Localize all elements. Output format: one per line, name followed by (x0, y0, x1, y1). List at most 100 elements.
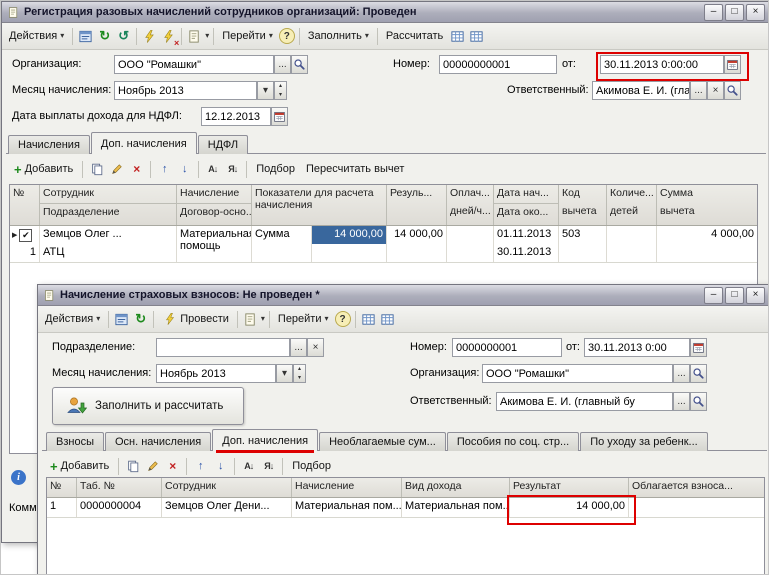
close-button[interactable]: × (746, 3, 765, 21)
cell-taxable[interactable] (629, 498, 764, 517)
number-input[interactable]: 0000000001 (452, 338, 562, 357)
responsible-find-button[interactable] (690, 392, 707, 411)
sort-descending-icon[interactable]: Я↓ (224, 161, 241, 178)
column-header-tab-number[interactable]: Таб. № (77, 478, 162, 497)
cell-accrual[interactable]: Материальная пом... (292, 498, 402, 517)
cell-accrual[interactable]: Материальная помощь (177, 226, 252, 262)
column-header-num[interactable]: № (47, 478, 77, 497)
table-row[interactable]: ▶ ✔ 1 Земцов Олег ... АТЦ Материальная п… (10, 226, 757, 263)
move-down-icon[interactable]: ↓ (176, 161, 193, 178)
pick-button[interactable]: Подбор (252, 161, 299, 177)
ndfl-date-calendar-button[interactable] (271, 107, 288, 126)
date-input[interactable]: 30.11.2013 0:00:00 (600, 55, 724, 74)
cell-row-number[interactable]: ▶ ✔ 1 (10, 226, 40, 262)
tab-nontaxable-sums[interactable]: Необлагаемые сум... (319, 432, 446, 451)
recalculate-deduction-button[interactable]: Пересчитать вычет (302, 161, 408, 177)
minimize-button[interactable]: – (704, 3, 723, 21)
tab-contributions[interactable]: Взносы (46, 432, 104, 451)
cell-indicator-value[interactable]: 14 000,00 (312, 226, 387, 262)
organization-choose-button[interactable]: ... (274, 55, 291, 74)
form-settings-icon[interactable] (113, 311, 130, 328)
table-row[interactable]: 1 0000000004 Земцов Олег Дени... Материа… (47, 498, 764, 518)
cell-income-type[interactable]: Материальная пом... (402, 498, 510, 517)
table-view-icon[interactable] (379, 311, 396, 328)
goto-menu-button[interactable]: Перейти ▾ (218, 28, 277, 44)
organization-choose-button[interactable]: ... (673, 364, 690, 383)
tab-main-accruals[interactable]: Осн. начисления (104, 432, 212, 451)
cell-employee[interactable]: Земцов Олег Дени... (162, 498, 292, 517)
column-header-num[interactable]: № (10, 185, 40, 225)
cell-children-count[interactable] (607, 226, 657, 262)
sort-ascending-icon[interactable]: А↓ (204, 161, 221, 178)
add-row-button[interactable]: + Добавить (46, 458, 113, 475)
column-header-accrual[interactable]: Начисление (292, 478, 402, 497)
organization-find-button[interactable] (690, 364, 707, 383)
actions-menu-button[interactable]: Действия ▾ (5, 28, 68, 44)
minimize-button[interactable]: – (704, 286, 723, 304)
column-header-accrual[interactable]: Начисление Договор-осно... (177, 185, 252, 225)
tab-ndfl[interactable]: НДФЛ (197, 135, 249, 154)
window1-titlebar[interactable]: Регистрация разовых начислений сотрудник… (2, 2, 768, 23)
delete-row-icon[interactable]: × (164, 458, 181, 475)
pick-button[interactable]: Подбор (288, 458, 335, 474)
cell-deduction-sum[interactable]: 4 000,00 (657, 226, 757, 262)
window2-titlebar[interactable]: Начисление страховых взносов: Не проведе… (38, 285, 768, 306)
fill-menu-button[interactable]: Заполнить ▾ (304, 28, 373, 44)
accrual-month-dropdown-button[interactable]: ▾ (257, 81, 274, 100)
column-header-children-count[interactable]: Количе... детей (607, 185, 657, 225)
responsible-find-button[interactable] (724, 81, 741, 100)
move-down-icon[interactable]: ↓ (212, 458, 229, 475)
print-list-icon[interactable] (186, 28, 203, 45)
print-list-icon[interactable] (242, 311, 259, 328)
copy-row-icon[interactable] (124, 458, 141, 475)
ndfl-payout-date-input[interactable]: 12.12.2013 (201, 107, 271, 126)
accrual-month-input[interactable]: Ноябрь 2013 (114, 81, 257, 100)
column-header-taxable[interactable]: Облагается взноса... (629, 478, 764, 497)
date-calendar-button[interactable] (690, 338, 707, 357)
responsible-input[interactable]: Акимова Е. И. (главный бухгалтер) (592, 81, 690, 100)
date-calendar-button[interactable] (724, 55, 741, 74)
date-input[interactable]: 30.11.2013 0:00 (584, 338, 690, 357)
cell-row-number[interactable]: 1 (47, 498, 77, 517)
cell-employee[interactable]: Земцов Олег ... АТЦ (40, 226, 177, 262)
cell-indicator-name[interactable]: Сумма (252, 226, 312, 262)
refresh-icon[interactable]: ↻ (96, 28, 113, 45)
organization-input[interactable]: ООО "Ромашки" (482, 364, 673, 383)
number-input[interactable]: 00000000001 (439, 55, 557, 74)
responsible-choose-button[interactable]: ... (690, 81, 707, 100)
department-choose-button[interactable]: ... (290, 338, 307, 357)
help-icon[interactable]: ? (278, 28, 295, 44)
tab-social-benefits[interactable]: Пособия по соц. стр... (446, 432, 580, 451)
tab-accruals[interactable]: Начисления (8, 135, 90, 154)
close-button[interactable]: × (746, 286, 765, 304)
cell-tab-number[interactable]: 0000000004 (77, 498, 162, 517)
column-header-deduction-sum[interactable]: Сумма вычета (657, 185, 757, 225)
table-settings-icon[interactable] (360, 311, 377, 328)
accrual-month-input[interactable]: Ноябрь 2013 (156, 364, 276, 383)
move-up-icon[interactable]: ↑ (156, 161, 173, 178)
column-header-indicators[interactable]: Показатели для расчета начисления (252, 185, 387, 225)
tab-additional-accruals[interactable]: Доп. начисления (90, 132, 197, 154)
column-header-employee[interactable]: Сотрудник (162, 478, 292, 497)
reread-icon[interactable]: ↺ (115, 28, 132, 45)
maximize-button[interactable]: □ (725, 3, 744, 21)
organization-input[interactable]: ООО "Ромашки" (114, 55, 274, 74)
refresh-icon[interactable]: ↻ (132, 311, 149, 328)
maximize-button[interactable]: □ (725, 286, 744, 304)
sort-descending-icon[interactable]: Я↓ (260, 458, 277, 475)
column-header-income-type[interactable]: Вид дохода (402, 478, 510, 497)
cell-paid-days[interactable] (447, 226, 494, 262)
calculate-button[interactable]: Рассчитать (382, 28, 447, 44)
organization-find-button[interactable] (291, 55, 308, 74)
accrual-month-dropdown-button[interactable]: ▾ (276, 364, 293, 383)
sort-ascending-icon[interactable]: А↓ (240, 458, 257, 475)
column-header-employee[interactable]: Сотрудник Подразделение (40, 185, 177, 225)
post-button[interactable]: Провести (158, 310, 233, 329)
table-view-icon[interactable] (468, 28, 485, 45)
column-header-dates[interactable]: Дата нач... Дата око... (494, 185, 559, 225)
accrual-month-spinner[interactable]: ▴ ▾ (293, 364, 306, 383)
add-row-button[interactable]: + Добавить (10, 161, 77, 178)
cell-dates[interactable]: 01.11.2013 30.11.2013 (494, 226, 559, 262)
goto-menu-button[interactable]: Перейти ▾ (274, 311, 333, 327)
column-header-result[interactable]: Резуль... (387, 185, 447, 225)
